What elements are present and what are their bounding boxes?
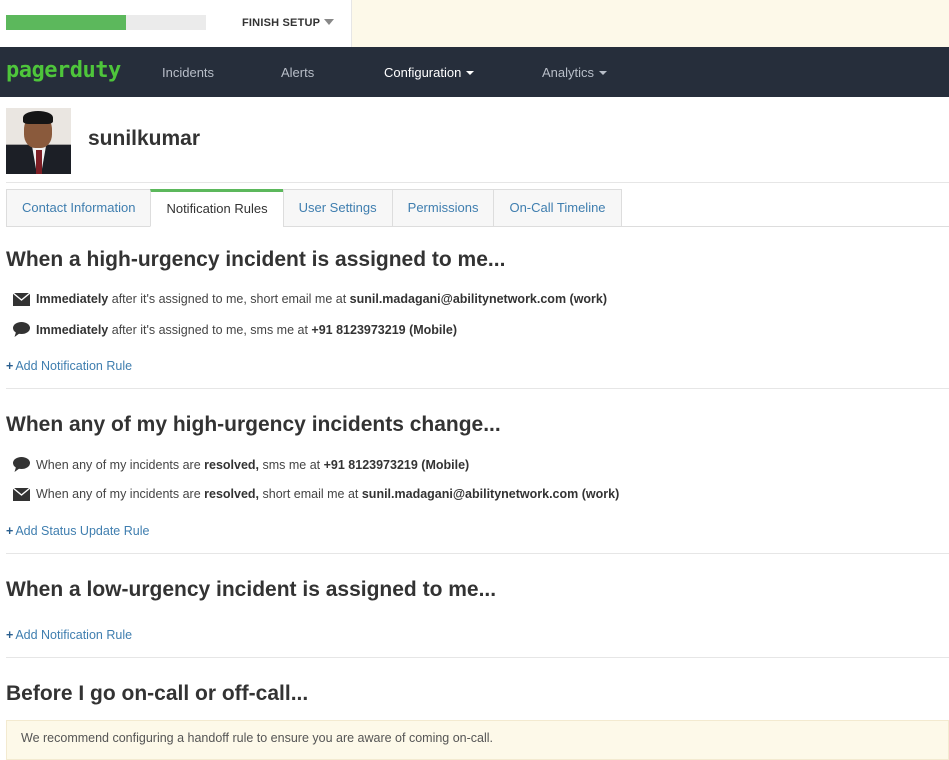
rule-target: +91 8123973219 (Mobile) [311, 322, 457, 337]
notification-rule[interactable]: Immediately after it's assigned to me, s… [12, 292, 607, 306]
add-notification-rule-link[interactable]: + Add Notification Rule [6, 628, 132, 642]
avatar-tie [36, 150, 42, 174]
plus-icon: + [6, 524, 14, 538]
section-divider [6, 388, 949, 389]
tab-on-call-timeline[interactable]: On-Call Timeline [493, 189, 622, 227]
setup-progress-fill [6, 15, 126, 30]
nav-item-analytics[interactable]: Analytics [542, 65, 608, 80]
rule-text: sms me at [259, 457, 324, 472]
add-link-label: Add Notification Rule [15, 628, 133, 642]
setup-banner-right [352, 0, 949, 47]
nav-item-label: Configuration [384, 65, 462, 80]
chevron-down-icon [324, 19, 335, 25]
page-title: sunilkumar [88, 127, 201, 150]
rule-target: sunil.madagani@abilitynetwork.com (work) [349, 292, 608, 306]
nav-item-label: Analytics [542, 65, 595, 80]
nav-item-incidents[interactable]: Incidents [162, 65, 214, 80]
tab-user-settings[interactable]: User Settings [282, 189, 393, 227]
plus-icon: + [6, 359, 14, 373]
section-title-low-assigned: When a low-urgency incident is assigned … [6, 578, 497, 601]
tab-permissions[interactable]: Permissions [391, 189, 495, 227]
avatar-hair [23, 111, 53, 124]
rule-text: after it's assigned to me, short email m… [108, 292, 350, 306]
tab-notification-rules[interactable]: Notification Rules [150, 189, 284, 227]
setup-banner: FINISH SETUP [0, 0, 949, 47]
section-divider [6, 553, 949, 554]
finish-setup-label: FINISH SETUP [242, 17, 321, 29]
rule-target: sunil.madagani@abilitynetwork.com (work) [361, 487, 620, 501]
status-update-rule[interactable]: When any of my incidents are resolved, s… [12, 487, 619, 501]
avatar [6, 108, 71, 174]
rule-status: resolved, [204, 487, 260, 501]
profile-tabs: Contact Information Notification Rules U… [6, 189, 622, 227]
setup-progress-bar [6, 15, 206, 30]
add-link-label: Add Notification Rule [15, 359, 133, 373]
nav-item-alerts[interactable]: Alerts [281, 65, 314, 80]
section-title-oncall: Before I go on-call or off-call... [6, 682, 309, 705]
pagerduty-logo[interactable]: pagerduty [6, 58, 121, 83]
section-divider [6, 657, 949, 658]
rule-prefix: When any of my incidents are [36, 487, 205, 501]
plus-icon: + [6, 628, 14, 642]
status-update-rule[interactable]: When any of my incidents are resolved, s… [12, 457, 469, 472]
nav-item-label: Alerts [281, 65, 315, 80]
finish-setup-dropdown[interactable]: FINISH SETUP [242, 17, 335, 29]
rule-text: short email me at [259, 487, 362, 501]
alert-text: We recommend configuring a handoff rule … [21, 731, 494, 745]
rule-status: resolved, [204, 457, 260, 472]
chat-bubble-icon [12, 457, 30, 472]
handoff-recommendation-alert: We recommend configuring a handoff rule … [6, 720, 949, 760]
section-title-high-change: When any of my high-urgency incidents ch… [6, 413, 501, 436]
chat-bubble-icon [12, 322, 30, 337]
profile-divider [6, 182, 949, 183]
envelope-icon [12, 487, 30, 501]
section-title-high-assigned: When a high-urgency incident is assigned… [6, 248, 506, 271]
nav-item-configuration[interactable]: Configuration [384, 65, 475, 80]
notification-rule[interactable]: Immediately after it's assigned to me, s… [12, 322, 457, 337]
setup-progress-area: FINISH SETUP [0, 0, 352, 47]
envelope-icon [12, 292, 30, 306]
add-notification-rule-link[interactable]: + Add Notification Rule [6, 359, 132, 373]
chevron-down-icon [599, 71, 608, 75]
rule-text: after it's assigned to me, sms me at [108, 322, 312, 337]
rule-prefix: When any of my incidents are [36, 457, 205, 472]
add-link-label: Add Status Update Rule [15, 524, 150, 538]
add-status-update-rule-link[interactable]: + Add Status Update Rule [6, 524, 149, 538]
main-navbar: pagerduty Incidents Alerts Configuration… [0, 47, 949, 97]
rule-timing: Immediately [36, 322, 109, 337]
tab-contact-information[interactable]: Contact Information [6, 189, 152, 227]
chevron-down-icon [466, 71, 475, 75]
rule-target: +91 8123973219 (Mobile) [323, 457, 470, 472]
nav-item-label: Incidents [162, 65, 215, 80]
rule-timing: Immediately [36, 292, 109, 306]
